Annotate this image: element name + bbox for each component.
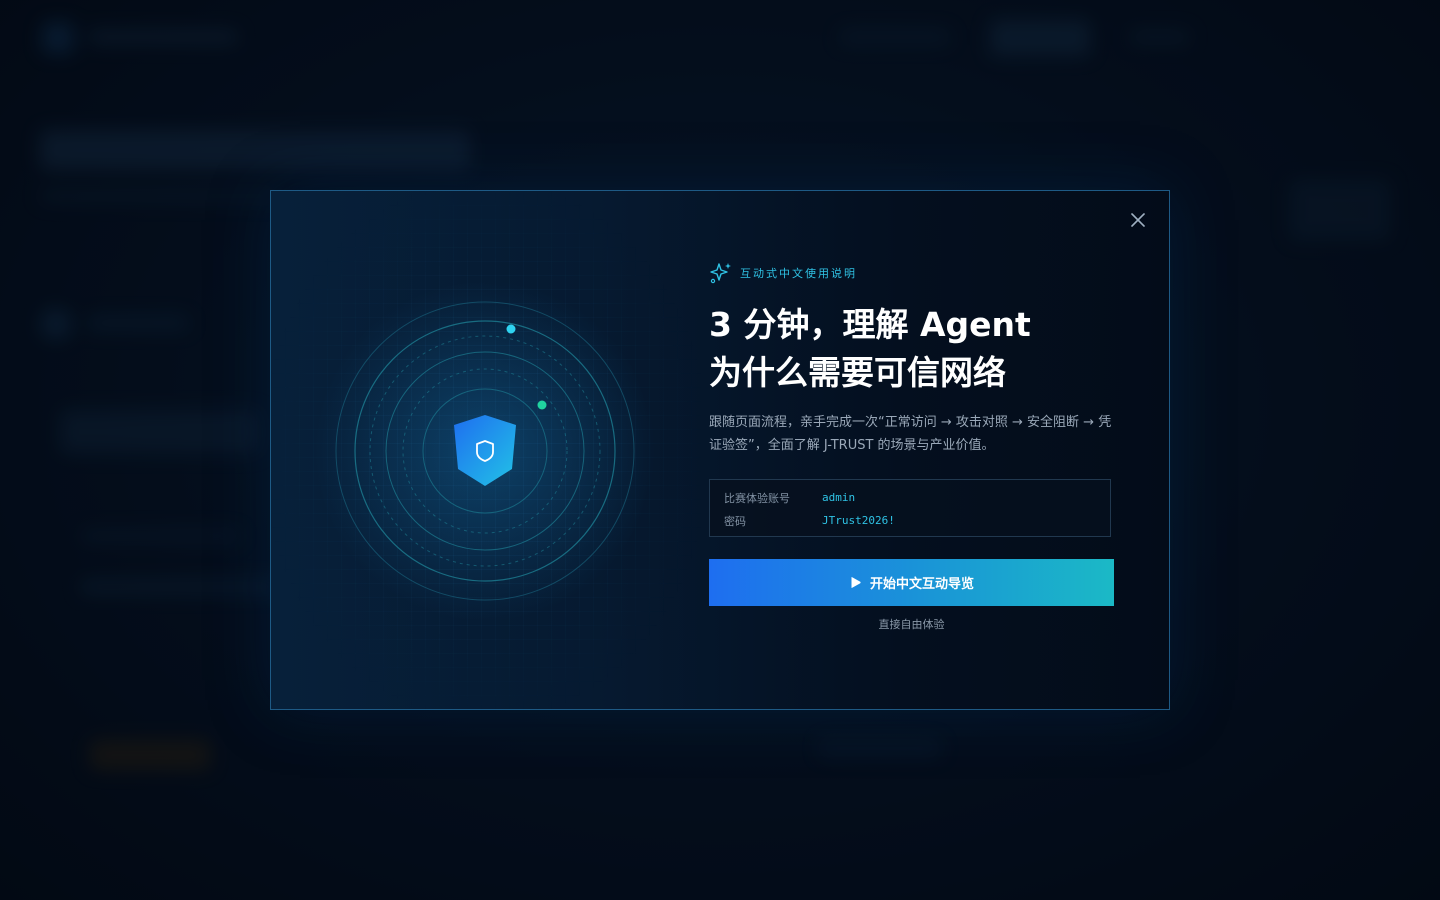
close-button[interactable] <box>1127 209 1149 231</box>
start-tour-label: 开始中文互动导览 <box>869 577 974 592</box>
page: 互动式中文使用说明 3 分钟，理解 Agent 为什么需要可信网络 跟随页面流程… <box>0 0 1440 900</box>
password-label: 密码 <box>724 514 746 528</box>
play-icon <box>851 577 861 588</box>
onboarding-modal: 互动式中文使用说明 3 分钟，理解 Agent 为什么需要可信网络 跟随页面流程… <box>270 190 1170 710</box>
sparkle-icon <box>710 263 731 284</box>
account-label: 比赛体验账号 <box>724 491 790 505</box>
account-row: 比赛体验账号 admin <box>724 486 1110 509</box>
modal-content: 互动式中文使用说明 3 分钟，理解 Agent 为什么需要可信网络 跟随页面流程… <box>709 261 1115 632</box>
title-line-2: 为什么需要可信网络 <box>709 353 1006 392</box>
close-icon <box>1131 213 1145 227</box>
orbit-node-cyan <box>506 324 516 334</box>
modal-description: 跟随页面流程，亲手完成一次“正常访问 → 攻击对照 → 安全阻断 → 凭证验签”… <box>709 415 1112 453</box>
skip-tour-link[interactable]: 直接自由体验 <box>709 616 1114 632</box>
modal-title: 3 分钟，理解 Agent 为什么需要可信网络 <box>709 301 1115 397</box>
account-value[interactable]: admin <box>822 491 855 504</box>
kicker-label: 互动式中文使用说明 <box>740 267 857 280</box>
start-tour-button[interactable]: 开始中文互动导览 <box>709 559 1114 606</box>
orbit-illustration <box>315 281 655 621</box>
kicker: 互动式中文使用说明 <box>709 261 1115 285</box>
title-line-1: 3 分钟，理解 Agent <box>709 305 1031 344</box>
password-value[interactable]: JTrust2026! <box>822 514 895 527</box>
credentials-box: 比赛体验账号 admin 密码 JTrust2026! <box>709 479 1111 537</box>
password-row: 密码 JTrust2026! <box>724 509 1110 532</box>
orbit-node-green <box>537 400 547 410</box>
